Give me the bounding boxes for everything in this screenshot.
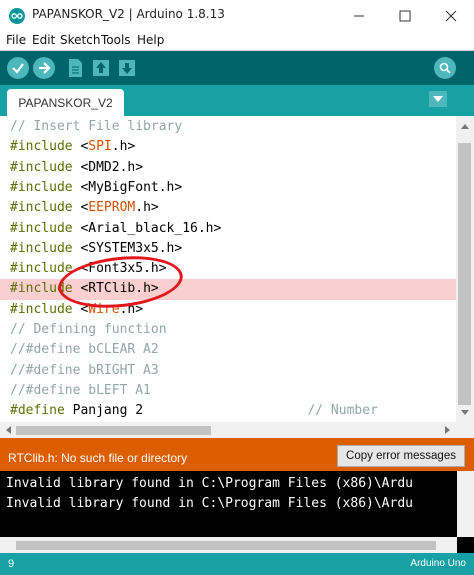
code-token: SYSTEM3x5.h>: [88, 240, 183, 256]
code-token: #include: [10, 179, 73, 195]
code-token: RTClib.h>: [88, 281, 159, 297]
code-token: .h>: [135, 200, 159, 216]
code-line-highlighted: #include <RTClib.h>: [0, 279, 456, 300]
menu-tools[interactable]: Tools: [101, 33, 131, 47]
menu-file[interactable]: File: [6, 33, 26, 47]
menu-help[interactable]: Help: [137, 33, 164, 47]
code-token: <: [72, 179, 89, 195]
code-token: <: [72, 220, 89, 236]
code-line: //#define bLEFT A1: [0, 381, 456, 401]
code-token: #include: [10, 261, 73, 277]
maximize-button[interactable]: [382, 0, 428, 31]
editor-horizontal-scroll-thumb[interactable]: [16, 426, 211, 435]
error-message: RTClib.h: No such file or directory: [8, 451, 188, 465]
code-token: // Number: [307, 403, 378, 419]
upload-icon[interactable]: [33, 57, 55, 79]
code-token: <: [72, 159, 89, 175]
code-token: //#define bCLEAR A2: [10, 342, 159, 358]
code-line: // Insert File library: [0, 117, 456, 137]
code-token: #include: [10, 200, 73, 216]
dropdown-triangle-icon[interactable]: [429, 91, 447, 107]
tab-sketch[interactable]: PAPANSKOR_V2: [7, 89, 124, 116]
minimize-button[interactable]: [336, 0, 382, 31]
window-title: PAPANSKOR_V2 | Arduino 1.8.13: [32, 7, 225, 21]
code-editor[interactable]: // Insert File library #include <SPI.h> #i…: [0, 116, 456, 422]
code-token: // Defining function: [10, 322, 167, 337]
code-token: Arial_black_16.h>: [88, 220, 222, 236]
code-token: DMD2.h>: [88, 159, 144, 175]
serial-monitor-icon[interactable]: [434, 57, 456, 79]
menu-sketch[interactable]: Sketch: [60, 33, 100, 47]
code-token: //#define bLEFT A1: [10, 382, 151, 398]
code-token: Font3x5.h>: [88, 261, 167, 277]
code-token: <: [72, 261, 89, 277]
board-name: Arduino Uno: [410, 558, 466, 569]
save-icon[interactable]: [116, 57, 138, 79]
code-line: #include <SYSTEM3x5.h>: [0, 239, 456, 259]
code-token: <: [72, 240, 89, 256]
code-line: #include <Wire.h>: [0, 300, 456, 320]
code-line: #include <Font3x5.h>: [0, 259, 456, 279]
console-line: Invalid library found in C:\Program File…: [6, 476, 413, 491]
code-line: #include <MyBigFont.h>: [0, 178, 456, 198]
code-line: #define Panjang 2 // Number: [0, 401, 456, 421]
console-horizontal-scroll-thumb[interactable]: [16, 541, 436, 550]
code-token: // Insert File library: [10, 119, 183, 134]
code-token: <: [72, 200, 89, 216]
console-line: Invalid library found in C:\Program File…: [6, 496, 413, 511]
code-token: //#define bRIGHT A3: [10, 362, 159, 378]
status-bar: [0, 553, 474, 575]
code-token: SPI: [88, 139, 112, 155]
code-token: #include: [10, 240, 73, 256]
code-line: // Defining function: [0, 320, 456, 340]
code-token: Panjang 2: [64, 403, 144, 419]
arduino-logo-icon: [9, 8, 25, 24]
line-number: 9: [8, 558, 15, 570]
open-icon[interactable]: [90, 57, 112, 79]
code-line: //#define bCLEAR A2: [0, 340, 456, 360]
code-token: #include: [10, 139, 73, 155]
code-token: #include: [10, 301, 73, 317]
code-token: <: [72, 281, 89, 297]
code-token: #include: [10, 159, 73, 175]
editor-vertical-scroll-thumb[interactable]: [458, 143, 471, 405]
close-button[interactable]: [428, 0, 474, 31]
new-sketch-icon[interactable]: [64, 57, 86, 79]
code-token: <: [72, 301, 89, 317]
copy-error-messages-button[interactable]: Copy error messages: [337, 445, 465, 467]
code-token: .h>: [111, 139, 136, 155]
code-line: #include <Arial_black_16.h>: [0, 219, 456, 239]
code-line: #include <DMD2.h>: [0, 158, 456, 178]
code-token: Wire: [88, 301, 120, 317]
code-token: EEPROM: [88, 200, 136, 216]
console-vertical-scrollbar[interactable]: [457, 471, 474, 537]
code-token: #include: [10, 220, 73, 236]
code-token: <: [72, 139, 89, 155]
code-token: .h>: [119, 301, 144, 317]
code-line: //#define bRIGHT A3: [0, 361, 456, 381]
menu-edit[interactable]: Edit: [32, 33, 55, 47]
code-line: #include <EEPROM.h>: [0, 198, 456, 218]
code-line: #include <SPI.h>: [0, 137, 456, 157]
code-token: MyBigFont.h>: [88, 179, 183, 195]
verify-icon[interactable]: [7, 57, 29, 79]
code-token: #include: [10, 281, 73, 297]
code-token: #define: [10, 403, 65, 419]
